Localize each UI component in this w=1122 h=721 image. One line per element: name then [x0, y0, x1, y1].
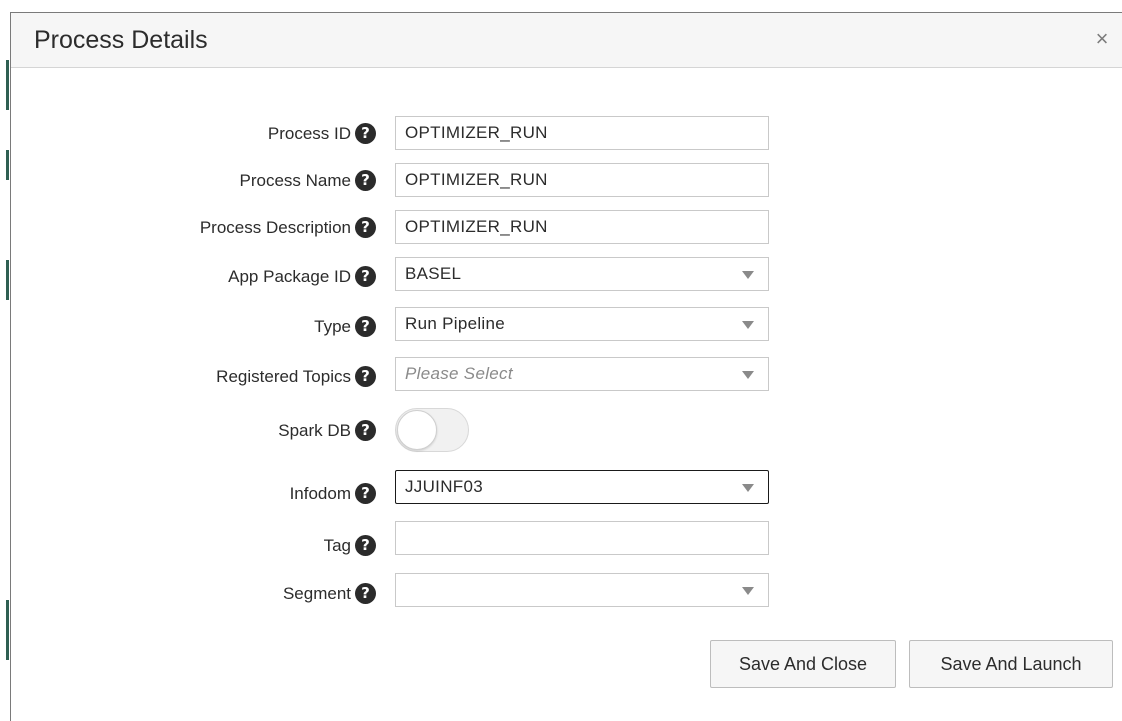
question-circle-icon[interactable]: ? [355, 266, 376, 287]
infodom-select[interactable]: JJUINF03 [395, 470, 769, 504]
segment-label: Segment ? [283, 583, 376, 604]
tag-label-text: Tag [323, 535, 351, 555]
app-package-id-label: App Package ID ? [228, 266, 376, 287]
type-value: Run Pipeline [405, 314, 505, 333]
registered-topics-label: Registered Topics ? [216, 366, 376, 387]
spark-db-toggle[interactable] [395, 408, 469, 452]
segment-label-text: Segment [282, 583, 351, 603]
app-package-id-select[interactable]: BASEL [395, 257, 769, 291]
process-description-label-text: Process Description [199, 217, 351, 237]
app-package-id-label-text: App Package ID [228, 266, 351, 286]
infodom-label-text: Infodom [289, 483, 351, 503]
infodom-value: JJUINF03 [405, 477, 483, 496]
save-and-launch-button[interactable]: Save And Launch [909, 640, 1113, 688]
question-circle-icon[interactable]: ? [355, 535, 376, 556]
process-name-label: Process Name ? [240, 170, 376, 191]
question-circle-icon[interactable]: ? [355, 217, 376, 238]
process-name-label-text: Process Name [239, 170, 351, 190]
chevron-down-icon [742, 587, 754, 595]
question-circle-icon[interactable]: ? [355, 483, 376, 504]
infodom-label: Infodom ? [290, 483, 376, 504]
tag-input[interactable] [395, 521, 769, 555]
question-circle-icon[interactable]: ? [355, 583, 376, 604]
spark-db-label-text: Spark DB [278, 420, 351, 440]
save-and-close-button[interactable]: Save And Close [710, 640, 896, 688]
type-label: Type ? [314, 316, 376, 337]
spark-db-label: Spark DB ? [278, 420, 376, 441]
process-description-input[interactable]: OPTIMIZER_RUN [395, 210, 769, 244]
chevron-down-icon [742, 321, 754, 329]
registered-topics-label-text: Registered Topics [216, 366, 351, 386]
segment-select[interactable] [395, 573, 769, 607]
backdrop-edge-mark [6, 60, 9, 110]
app-package-id-value: BASEL [405, 264, 462, 283]
chevron-down-icon [742, 371, 754, 379]
question-circle-icon[interactable]: ? [355, 316, 376, 337]
close-icon[interactable]: × [1090, 27, 1114, 51]
process-id-label: Process ID ? [268, 123, 376, 144]
process-id-input[interactable]: OPTIMIZER_RUN [395, 116, 769, 150]
question-circle-icon[interactable]: ? [355, 123, 376, 144]
process-details-dialog: Process Details × Process ID ? OPTIMIZER… [10, 12, 1122, 721]
chevron-down-icon [742, 271, 754, 279]
registered-topics-placeholder: Please Select [405, 364, 513, 383]
toggle-knob [397, 410, 437, 450]
tag-label: Tag ? [324, 535, 376, 556]
backdrop-edge-mark [6, 600, 9, 660]
type-label-text: Type [314, 316, 351, 336]
backdrop-edge-mark [6, 260, 9, 300]
dialog-header: Process Details × [11, 13, 1122, 68]
question-circle-icon[interactable]: ? [355, 366, 376, 387]
backdrop-edge-mark [6, 150, 9, 180]
type-select[interactable]: Run Pipeline [395, 307, 769, 341]
chevron-down-icon [742, 484, 754, 492]
question-circle-icon[interactable]: ? [355, 420, 376, 441]
dialog-title: Process Details [34, 26, 208, 54]
process-name-input[interactable]: OPTIMIZER_RUN [395, 163, 769, 197]
question-circle-icon[interactable]: ? [355, 170, 376, 191]
registered-topics-select[interactable]: Please Select [395, 357, 769, 391]
process-description-label: Process Description ? [200, 217, 376, 238]
process-id-label-text: Process ID [267, 123, 351, 143]
